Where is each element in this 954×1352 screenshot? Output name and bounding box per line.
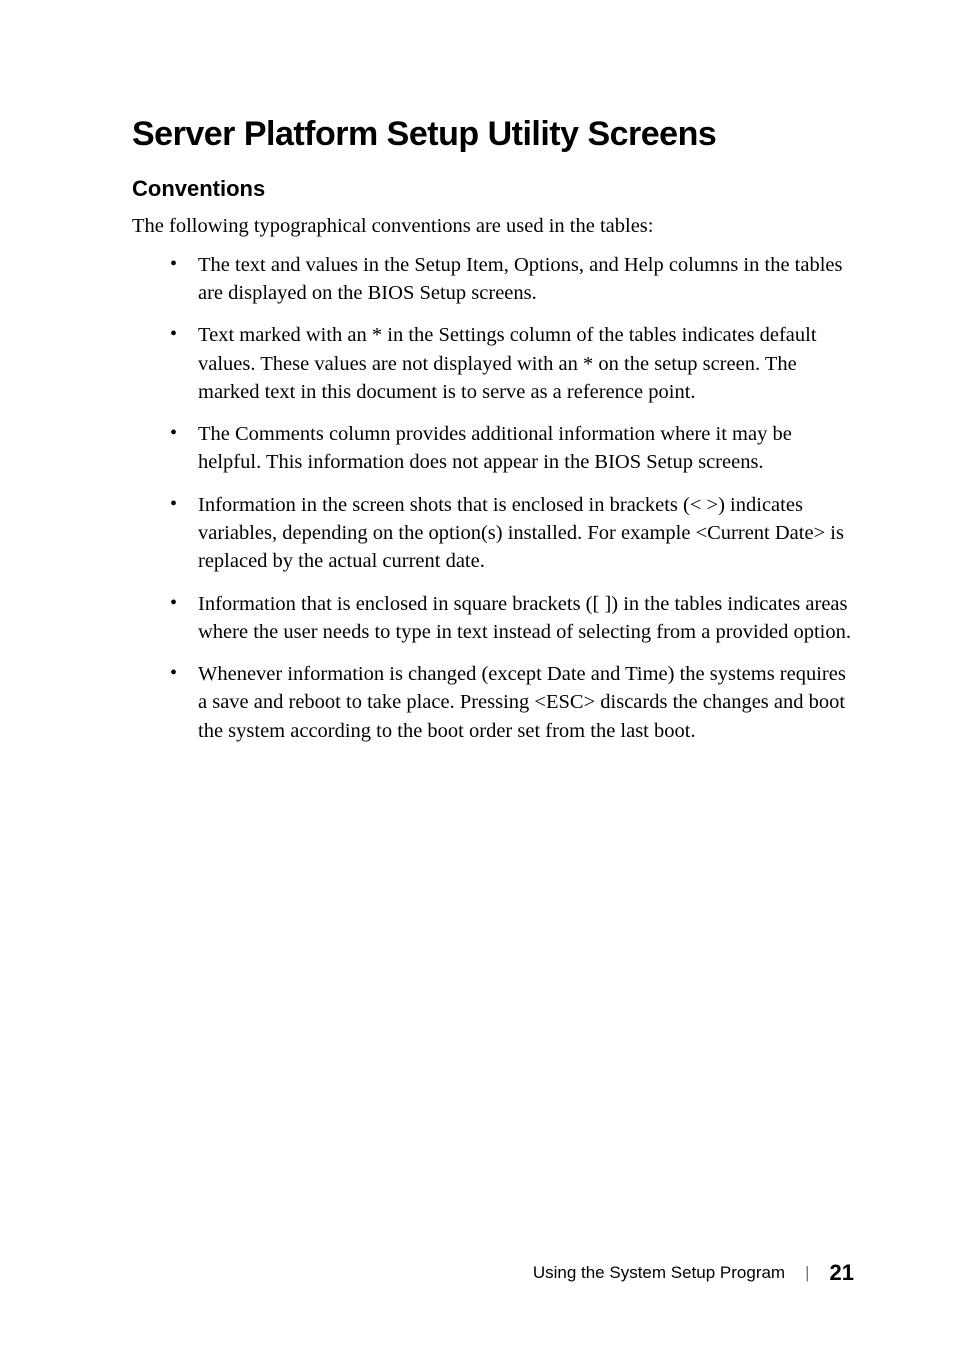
page-footer: Using the System Setup Program | 21 bbox=[533, 1260, 854, 1286]
list-item: The text and values in the Setup Item, O… bbox=[170, 251, 854, 308]
intro-paragraph: The following typographical conventions … bbox=[132, 212, 854, 241]
convention-list: The text and values in the Setup Item, O… bbox=[132, 251, 854, 745]
list-item: Whenever information is changed (except … bbox=[170, 660, 854, 745]
list-item: Information that is enclosed in square b… bbox=[170, 590, 854, 647]
footer-section-label: Using the System Setup Program bbox=[533, 1263, 785, 1283]
document-page: Server Platform Setup Utility Screens Co… bbox=[0, 0, 954, 745]
list-item: The Comments column provides additional … bbox=[170, 420, 854, 477]
list-item: Information in the screen shots that is … bbox=[170, 491, 854, 576]
footer-page-number: 21 bbox=[830, 1260, 854, 1286]
footer-separator: | bbox=[805, 1263, 809, 1283]
main-heading: Server Platform Setup Utility Screens bbox=[132, 115, 854, 154]
section-heading: Conventions bbox=[132, 176, 854, 202]
list-item: Text marked with an * in the Settings co… bbox=[170, 321, 854, 406]
